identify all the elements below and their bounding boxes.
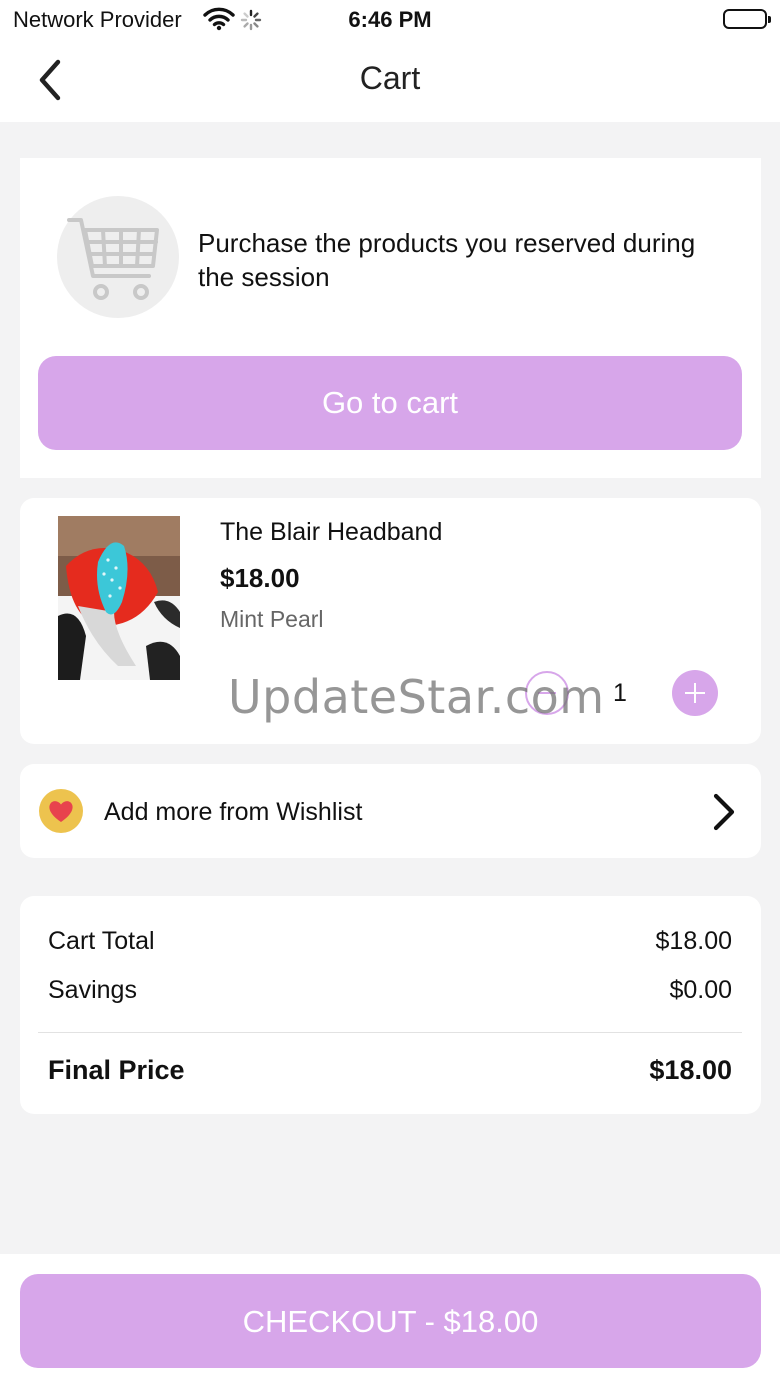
wishlist-label: Add more from Wishlist	[104, 798, 363, 826]
product-name: The Blair Headband	[220, 518, 443, 546]
quantity-value: 1	[613, 679, 627, 707]
final-price-label: Final Price	[48, 1055, 185, 1085]
cart-total-value: $18.00	[655, 927, 732, 955]
increase-quantity-button[interactable]	[672, 670, 718, 716]
divider	[38, 1032, 742, 1033]
checkout-bar: CHECKOUT - $18.00	[0, 1254, 780, 1387]
product-image[interactable]	[58, 516, 180, 680]
wishlist-row[interactable]: Add more from Wishlist	[20, 764, 761, 858]
final-price-value: $18.00	[649, 1055, 732, 1085]
heart-icon	[39, 789, 83, 833]
checkout-button[interactable]: CHECKOUT - $18.00	[20, 1274, 761, 1368]
cart-item: The Blair Headband $18.00 Mint Pearl 1 U…	[20, 498, 761, 744]
status-time: 6:46 PM	[348, 7, 432, 32]
reserved-products-card: Purchase the products you reserved durin…	[20, 158, 761, 478]
chevron-right-icon	[708, 792, 740, 837]
shopping-cart-icon	[57, 196, 179, 318]
go-to-cart-button[interactable]: Go to cart	[38, 356, 742, 450]
reserved-products-message: Purchase the products you reserved durin…	[198, 228, 696, 292]
product-price: $18.00	[220, 563, 300, 593]
product-variant: Mint Pearl	[220, 606, 324, 632]
cart-total-label: Cart Total	[48, 927, 155, 955]
status-bar: Network Provider 6:46 PM	[0, 0, 780, 40]
watermark: UpdateStar.com	[228, 670, 605, 724]
savings-label: Savings	[48, 976, 137, 1004]
price-summary: Cart Total $18.00 Savings $0.00 Final Pr…	[20, 896, 761, 1114]
savings-value: $0.00	[669, 976, 732, 1004]
battery-icon	[723, 9, 771, 29]
nav-bar: Cart	[0, 40, 780, 122]
page-title: Cart	[359, 60, 421, 96]
